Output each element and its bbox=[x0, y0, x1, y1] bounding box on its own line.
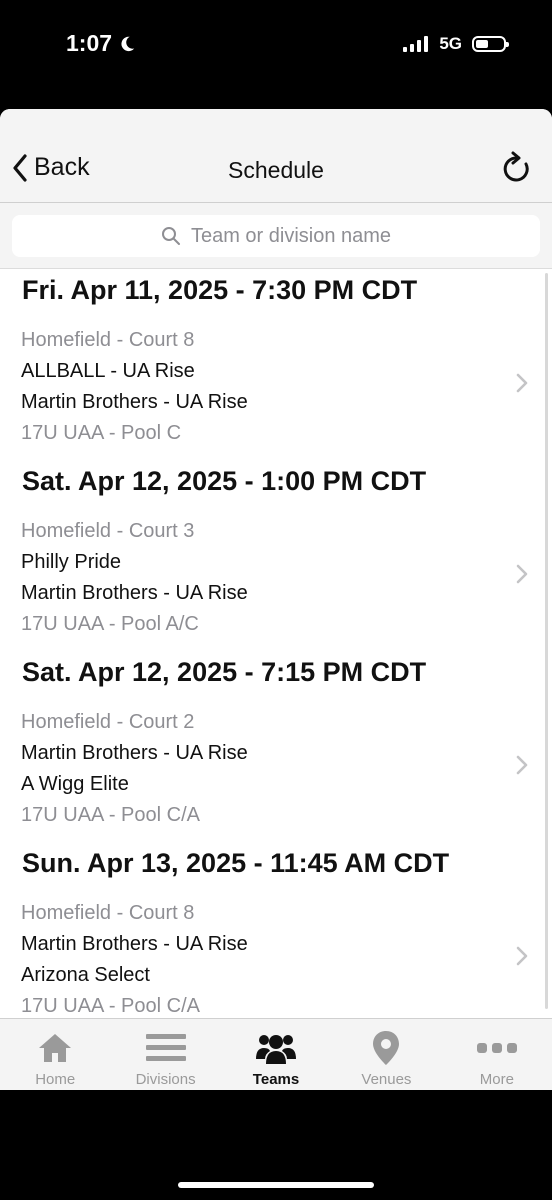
tab-more[interactable]: More bbox=[442, 1019, 552, 1090]
game-date: Sun. Apr 13, 2025 - 11:45 AM CDT bbox=[22, 848, 450, 878]
map-pin-icon bbox=[373, 1031, 400, 1065]
game-location: Homefield - Court 3 bbox=[21, 520, 195, 542]
game-item[interactable]: Fri. Apr 11, 2025 - 7:30 PM CDT Homefiel… bbox=[0, 269, 552, 460]
game-team-1: Martin Brothers - UA Rise bbox=[21, 742, 248, 764]
schedule-sheet: Back Schedule Team or division name Fri.… bbox=[0, 109, 552, 1090]
chevron-right-icon bbox=[516, 373, 528, 393]
tab-teams[interactable]: Teams bbox=[221, 1019, 331, 1090]
navigation-bar: Back Schedule bbox=[0, 109, 552, 203]
tab-label: Home bbox=[35, 1071, 76, 1088]
chevron-right-icon bbox=[516, 946, 528, 966]
chevron-right-icon bbox=[516, 564, 528, 584]
search-icon bbox=[161, 227, 180, 245]
game-division: 17U UAA - Pool C/A bbox=[21, 804, 200, 826]
game-info: Homefield - Court 8 ALLBALL - UA Rise Ma… bbox=[21, 325, 248, 449]
refresh-button[interactable] bbox=[502, 151, 532, 190]
game-date: Sat. Apr 12, 2025 - 7:15 PM CDT bbox=[22, 657, 427, 687]
game-team-2: A Wigg Elite bbox=[21, 773, 129, 795]
tab-home[interactable]: Home bbox=[0, 1019, 110, 1090]
game-team-2: Martin Brothers - UA Rise bbox=[21, 391, 248, 413]
search-input[interactable]: Team or division name bbox=[12, 215, 540, 257]
status-right: 5G bbox=[403, 34, 509, 54]
game-team-1: ALLBALL - UA Rise bbox=[21, 360, 195, 382]
tab-divisions[interactable]: Divisions bbox=[110, 1019, 220, 1090]
game-division: 17U UAA - Pool C bbox=[21, 422, 182, 444]
game-team-1: Philly Pride bbox=[21, 551, 122, 573]
game-division: 17U UAA - Pool C/A bbox=[21, 995, 200, 1017]
home-indicator[interactable] bbox=[178, 1182, 374, 1188]
tab-label: Divisions bbox=[135, 1071, 196, 1088]
status-time: 1:07 bbox=[66, 30, 136, 57]
signal-icon bbox=[403, 36, 429, 52]
game-info: Homefield - Court 2 Martin Brothers - UA… bbox=[21, 707, 248, 831]
game-list: Fri. Apr 11, 2025 - 7:30 PM CDT Homefiel… bbox=[0, 269, 552, 1019]
network-type: 5G bbox=[439, 34, 462, 53]
game-division: 17U UAA - Pool A/C bbox=[21, 613, 199, 635]
tab-label: Venues bbox=[361, 1071, 412, 1088]
game-item[interactable]: Sat. Apr 12, 2025 - 1:00 PM CDT Homefiel… bbox=[0, 460, 552, 651]
game-location: Homefield - Court 2 bbox=[21, 711, 195, 733]
game-item[interactable]: Sat. Apr 12, 2025 - 7:15 PM CDT Homefiel… bbox=[0, 651, 552, 842]
game-item[interactable]: Sun. Apr 13, 2025 - 11:45 AM CDT Homefie… bbox=[0, 842, 552, 1019]
more-icon bbox=[476, 1043, 517, 1053]
tab-venues[interactable]: Venues bbox=[331, 1019, 441, 1090]
tab-label: More bbox=[479, 1071, 514, 1088]
list-icon bbox=[145, 1034, 186, 1061]
users-icon bbox=[256, 1035, 297, 1064]
game-date: Fri. Apr 11, 2025 - 7:30 PM CDT bbox=[22, 275, 418, 305]
refresh-icon bbox=[503, 151, 529, 182]
game-location: Homefield - Court 8 bbox=[21, 902, 195, 924]
game-info: Homefield - Court 3 Philly Pride Martin … bbox=[21, 516, 248, 640]
tab-label: Teams bbox=[252, 1071, 300, 1088]
search-bar: Team or division name bbox=[0, 203, 552, 269]
game-team-2: Arizona Select bbox=[21, 964, 150, 986]
home-icon bbox=[39, 1034, 72, 1062]
tab-bar: Home Divisions Teams Venues More bbox=[0, 1018, 552, 1090]
game-team-2: Martin Brothers - UA Rise bbox=[21, 582, 248, 604]
chevron-right-icon bbox=[516, 755, 528, 775]
clock-text: 1:07 bbox=[66, 30, 113, 56]
scrollbar[interactable] bbox=[545, 273, 548, 1009]
page-title: Schedule bbox=[228, 157, 324, 183]
battery-icon bbox=[472, 36, 509, 52]
game-info: Homefield - Court 8 Martin Brothers - UA… bbox=[21, 898, 248, 1019]
search-placeholder: Team or division name bbox=[190, 224, 392, 247]
moon-icon bbox=[121, 36, 135, 51]
game-date: Sat. Apr 12, 2025 - 1:00 PM CDT bbox=[22, 466, 427, 496]
game-team-1: Martin Brothers - UA Rise bbox=[21, 933, 248, 955]
game-location: Homefield - Court 8 bbox=[21, 329, 195, 351]
status-bar: 1:07 5G bbox=[0, 0, 552, 90]
